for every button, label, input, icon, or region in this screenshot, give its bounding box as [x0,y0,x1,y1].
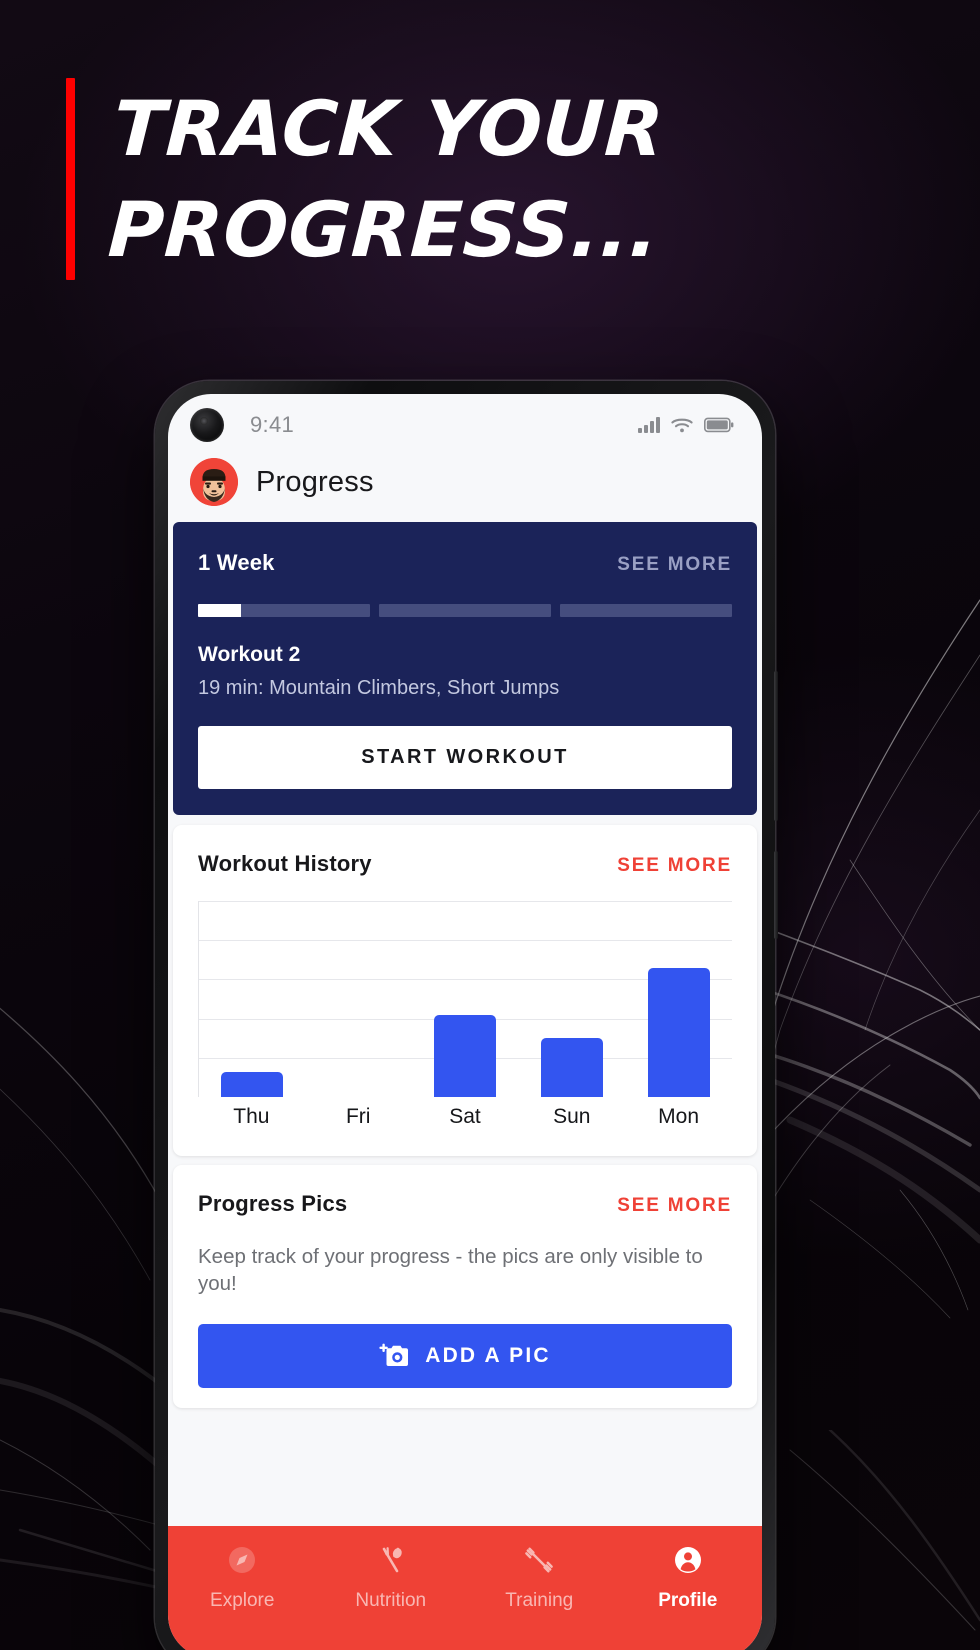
chart-x-label: Mon [658,1105,700,1128]
dumbbell-icon [523,1544,555,1581]
chart-x-label: Sat [449,1105,481,1128]
chart-bar [221,1071,284,1097]
progress-pics-title: Progress Pics [198,1191,348,1216]
cutlery-icon [375,1544,407,1581]
chart-bar-column [306,901,413,1097]
nav-item-nutrition[interactable]: Nutrition [317,1544,466,1612]
compass-icon [226,1544,258,1581]
user-avatar-icon[interactable] [190,458,238,506]
current-week-card: 1 Week SEE MORE Workout 2 19 min: Mounta… [173,522,757,815]
app-header: Progress [168,456,762,522]
chart-x-label: Fri [345,1105,371,1128]
chart-plot-area [198,901,732,1097]
bottom-navigation-bar: Explore Nutrition Training Profile [168,1526,762,1650]
progress-pics-see-more-link[interactable]: SEE MORE [617,1195,732,1217]
wifi-icon [671,418,693,433]
workout-history-card: Workout History SEE MORE Thu Fri Sat Sun Mon [173,825,757,1156]
chart-bar [647,967,710,1097]
promo-headline-text: TRACK YOUR PROGRESS... [106,84,667,275]
workout-history-card-header: Workout History SEE MORE [198,851,732,877]
nav-label: Training [505,1590,574,1611]
add-a-pic-button[interactable]: ADD A PIC [198,1323,732,1388]
nav-item-profile[interactable]: Profile [614,1544,763,1612]
app-content: 1 Week SEE MORE Workout 2 19 min: Mounta… [168,522,762,1408]
chart-bar-column [412,901,519,1097]
page-title: Progress [256,465,374,498]
status-clock: 9:41 [250,412,295,437]
progress-pics-card: Progress Pics SEE MORE Keep track of you… [173,1165,757,1408]
phone-mockup: 9:41 Progress 1 Week SEE MORE Workout 2 … [155,381,778,1650]
next-workout-description: 19 min: Mountain Climbers, Short Jumps [198,677,560,699]
power-button[interactable] [774,851,778,939]
promo-canvas: TRACK YOUR PROGRESS... 9:41 Progress 1 W… [0,0,980,1650]
chart-x-axis-labels: Thu Fri Sat Sun Mon [198,1105,732,1129]
promo-headline-block: TRACK YOUR PROGRESS... [66,78,666,281]
front-camera-icon [190,408,224,442]
chart-bars [199,901,732,1097]
nav-item-training[interactable]: Training [465,1544,614,1612]
volume-button[interactable] [774,671,778,821]
chart-bar-column [199,901,306,1097]
week-progress-segment [379,604,551,617]
phone-screen: 9:41 Progress 1 Week SEE MORE Workout 2 … [168,394,762,1650]
person-icon [672,1544,704,1581]
workout-history-see-more-link[interactable]: SEE MORE [617,855,732,877]
progress-pics-description: Keep track of your progress - the pics a… [198,1245,703,1296]
nav-label: Profile [658,1590,718,1611]
week-progress-bar [198,604,732,617]
current-week-title: 1 Week [198,550,275,575]
nav-label: Explore [210,1590,275,1611]
progress-pics-card-header: Progress Pics SEE MORE [198,1191,732,1217]
status-bar: 9:41 [168,394,762,456]
chart-bar [434,1014,497,1097]
add-a-pic-label: ADD A PIC [425,1343,551,1367]
chart-bar [541,1038,604,1097]
week-progress-segment [198,604,370,617]
workout-history-title: Workout History [198,851,372,876]
cellular-signal-icon [638,417,660,433]
chart-x-label: Thu [233,1105,270,1128]
camera-plus-icon [379,1343,409,1366]
chart-x-label: Sun [553,1105,591,1128]
next-workout-name: Workout 2 [198,643,301,666]
current-week-card-header: 1 Week SEE MORE [198,550,732,576]
chart-bar-column [625,901,732,1097]
nav-item-explore[interactable]: Explore [168,1544,317,1612]
current-week-see-more-link[interactable]: SEE MORE [617,554,732,576]
battery-icon [704,417,734,433]
nav-label: Nutrition [355,1590,427,1611]
start-workout-button[interactable]: START WORKOUT [198,726,732,789]
status-icons [638,416,734,434]
accent-bar [66,78,75,281]
workout-history-chart: Thu Fri Sat Sun Mon [198,901,732,1136]
week-progress-segment [560,604,732,617]
chart-bar-column [519,901,626,1097]
